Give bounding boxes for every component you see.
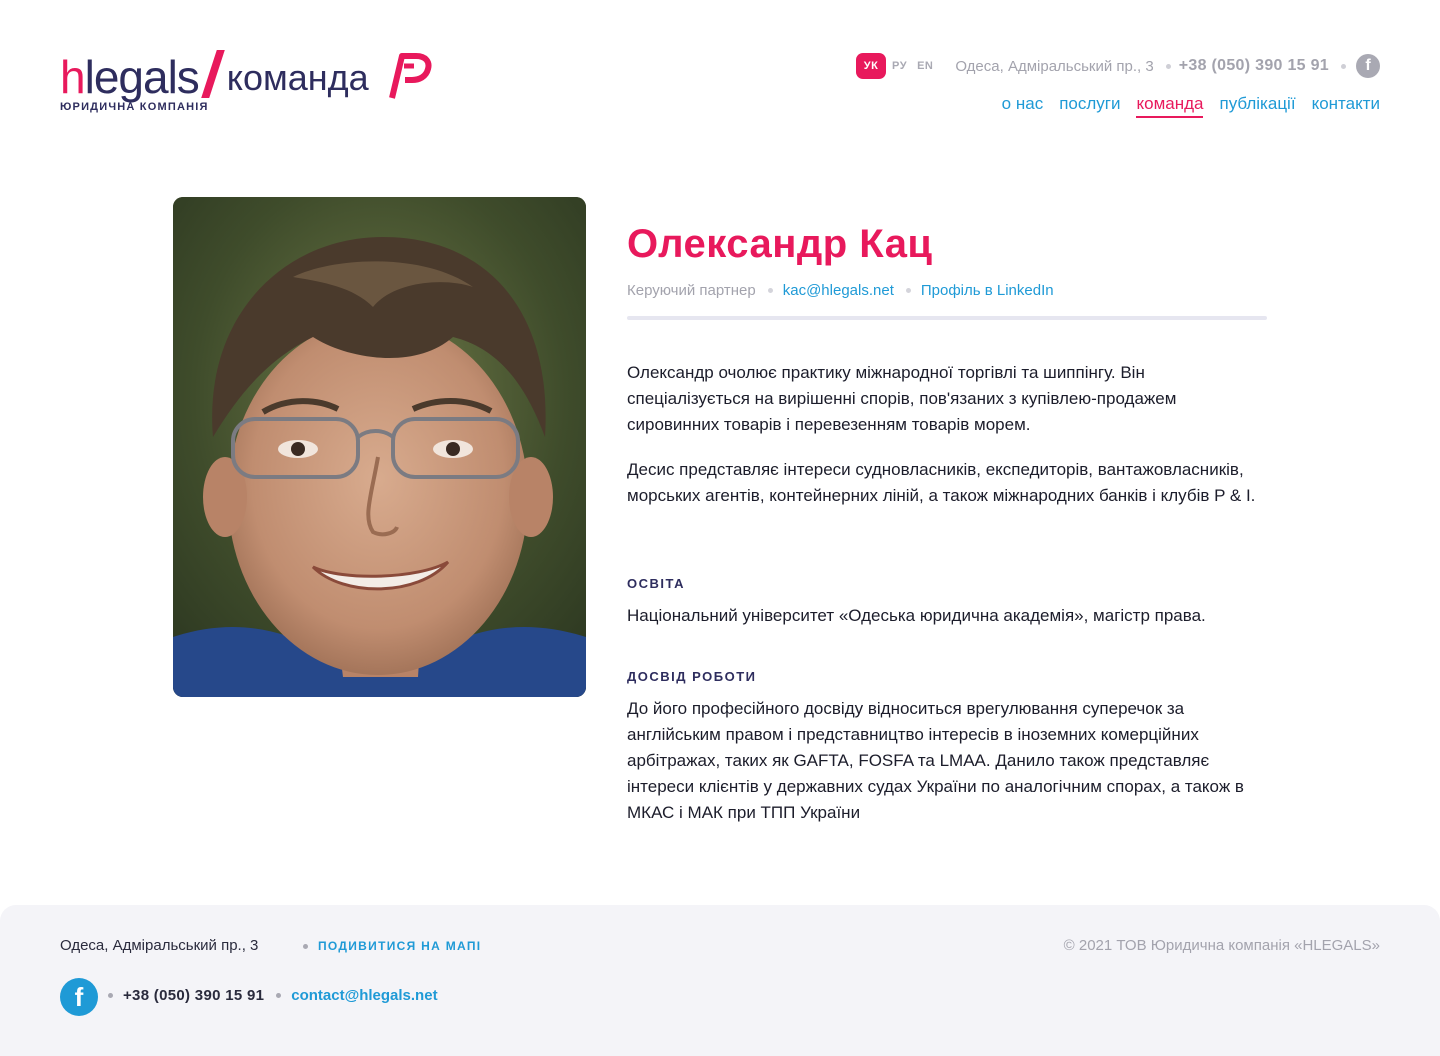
header-address: Одеса, Адміральський пр., 3 [955, 57, 1154, 75]
footer-email-link[interactable]: contact@hlegals.net [291, 987, 437, 1004]
experience-heading: ДОСВІД РОБОТИ [627, 669, 757, 684]
linkedin-profile-link[interactable]: Профіль в LinkedIn [921, 282, 1054, 299]
experience-text: До його професійного досвіду відноситься… [627, 699, 1244, 822]
separator-dot [1165, 63, 1171, 69]
separator-dot [767, 287, 773, 293]
facebook-icon[interactable]: f [60, 978, 98, 1016]
header-phone[interactable]: +38 (050) 390 15 91 [1179, 57, 1329, 75]
footer-phone[interactable]: +38 (050) 390 15 91 [123, 987, 264, 1004]
facebook-icon[interactable]: f [1356, 54, 1380, 78]
site-header: h legals команда ЮРИДИЧНА КОМПАНІЯ УК РУ… [0, 0, 1440, 140]
lang-uk[interactable]: УК [856, 53, 887, 79]
divider [627, 316, 1267, 320]
person-meta: Керуючий партнер kac@hlegals.net Профіль… [627, 280, 1054, 300]
logo-h: h [60, 51, 86, 103]
logo-subtitle: ЮРИДИЧНА КОМПАНІЯ [60, 101, 209, 113]
header-topbar: УК РУ EN Одеса, Адміральський пр., 3 +38… [856, 52, 1380, 80]
company-logo[interactable]: h legals команда ЮРИДИЧНА КОМПАНІЯ [60, 44, 440, 120]
nav-publications[interactable]: публікації [1219, 94, 1295, 118]
person-email-link[interactable]: kac@hlegals.net [783, 282, 894, 299]
nav-about[interactable]: о нас [1002, 94, 1044, 118]
education-text: Національний університет «Одеська юридич… [627, 606, 1206, 625]
portrait-illustration [173, 197, 586, 697]
logo-team-label: команда [226, 57, 369, 98]
site-footer: Одеса, Адміральський пр., 3 ПОДИВИТИСЯ Н… [0, 905, 1440, 1056]
footer-copyright: © 2021 ТОВ Юридична компанія «HLEGALS» [1063, 937, 1380, 954]
separator-dot [303, 943, 308, 949]
nav-contacts[interactable]: контакти [1312, 94, 1380, 118]
view-on-map-label: ПОДИВИТИСЯ НА МАПІ [318, 939, 482, 953]
education-heading: ОСВІТА [627, 576, 686, 591]
nav-team[interactable]: команда [1136, 94, 1204, 118]
lang-en[interactable]: EN [917, 60, 933, 72]
bio-paragraph-1: Олександр очолює практику міжнародної то… [627, 363, 1177, 434]
footer-contacts: +38 (050) 390 15 91 contact@hlegals.net [108, 987, 438, 1004]
main-nav: о нас послуги команда публікації контакт… [986, 94, 1380, 118]
profile-photo [173, 197, 586, 697]
separator-dot [276, 993, 282, 998]
bio-paragraph-2: Десис представляє інтереси судновласникі… [627, 460, 1256, 505]
logo-slash [200, 50, 225, 98]
separator-dot [108, 993, 113, 998]
logo-p-mark-icon [389, 53, 432, 99]
lang-ru[interactable]: РУ [892, 60, 907, 72]
person-role: Керуючий партнер [627, 281, 756, 299]
separator-dot [1341, 63, 1346, 69]
logo-legals: legals [84, 51, 200, 103]
footer-address: Одеса, Адміральський пр., 3 [60, 937, 259, 954]
person-name: Олександр Кац [627, 222, 933, 266]
separator-dot [905, 287, 911, 293]
view-on-map-link[interactable]: ПОДИВИТИСЯ НА МАПІ [303, 939, 481, 953]
nav-services[interactable]: послуги [1059, 94, 1120, 118]
